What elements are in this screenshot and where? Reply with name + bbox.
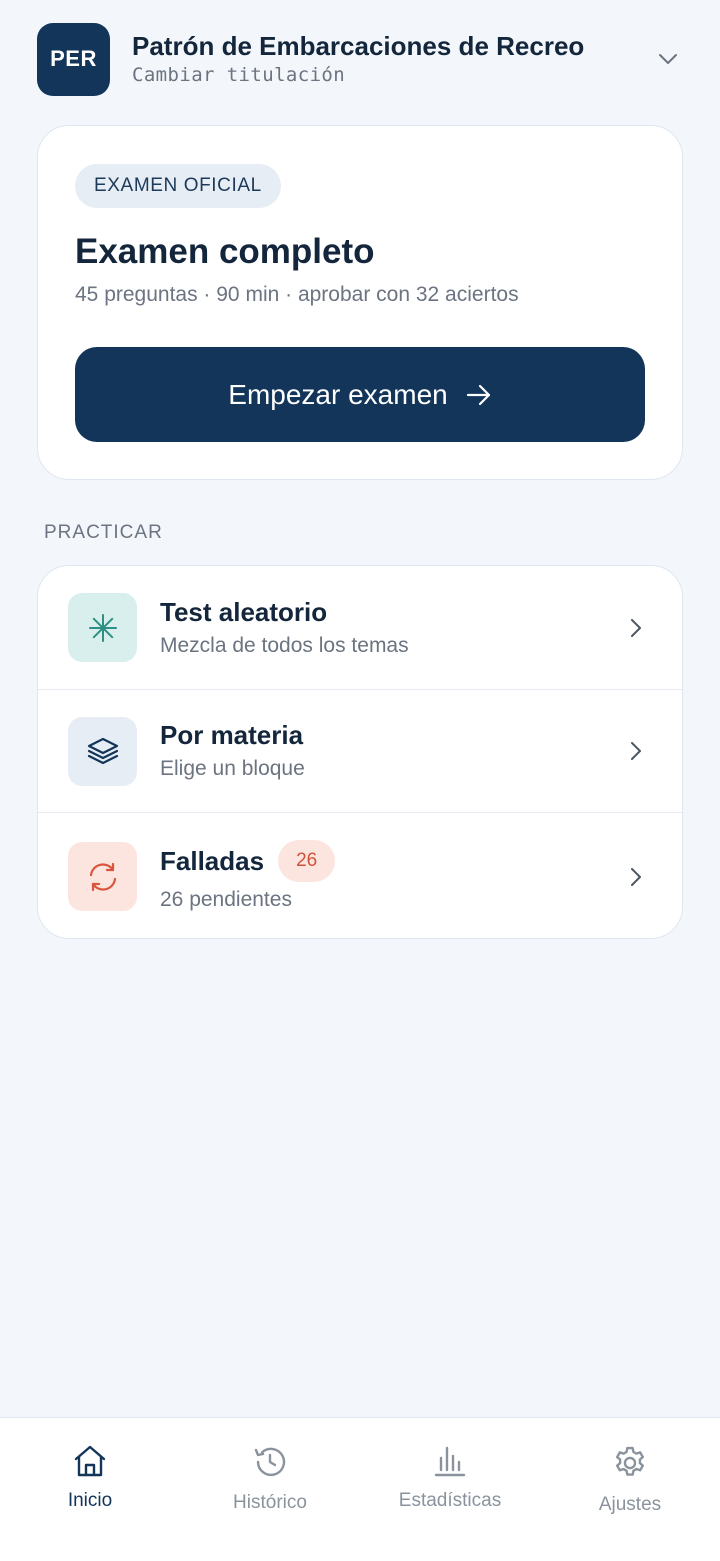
nav-label: Ajustes bbox=[598, 1494, 662, 1515]
practice-item-by-subject[interactable]: Por materia Elige un bloque bbox=[38, 689, 682, 812]
exam-title: Examen completo bbox=[75, 232, 375, 271]
bar-chart-icon bbox=[434, 1446, 466, 1477]
practice-item-subtitle: 26 pendientes bbox=[160, 887, 292, 911]
header-text: Patrón de Embarcaciones de Recreo Cambia… bbox=[132, 30, 653, 88]
exam-meta: 45 preguntas · 90 min · aprobar con 32 a… bbox=[75, 283, 519, 306]
start-exam-label: Empezar examen bbox=[228, 378, 448, 410]
practice-section-label: PRACTICAR bbox=[44, 522, 163, 543]
practice-item-title: Por materia bbox=[160, 720, 304, 750]
failed-count-badge: 26 bbox=[278, 839, 336, 882]
practice-item-title: Test aleatorio bbox=[160, 596, 328, 627]
start-exam-button[interactable]: Empezar examen bbox=[75, 347, 645, 442]
chevron-right-icon bbox=[626, 863, 646, 891]
nav-label: Histórico bbox=[233, 1492, 307, 1513]
change-titulacion-link[interactable]: Cambiar titulación bbox=[132, 62, 653, 88]
chevron-right-icon bbox=[626, 737, 646, 765]
practice-item-subtitle: Mezcla de todos los temas bbox=[160, 633, 409, 657]
practice-item-title: Falladas bbox=[160, 845, 265, 876]
practice-item-subtitle: Elige un bloque bbox=[160, 757, 305, 780]
practice-item-text: Por materia Elige un bloque bbox=[160, 719, 682, 783]
nav-item-historico[interactable]: Histórico bbox=[180, 1418, 360, 1561]
history-icon bbox=[254, 1447, 286, 1477]
refresh-icon bbox=[68, 842, 137, 911]
chevron-right-icon bbox=[626, 614, 646, 642]
titulacion-avatar: PER bbox=[37, 22, 110, 96]
nav-item-estadisticas[interactable]: Estadísticas bbox=[360, 1418, 540, 1561]
nav-label: Inicio bbox=[67, 1490, 113, 1511]
official-exam-badge: EXAMEN OFICIAL bbox=[75, 164, 281, 208]
chevron-down-icon[interactable] bbox=[653, 44, 683, 74]
app-root: PER Patrón de Embarcaciones de Recreo Ca… bbox=[0, 0, 720, 1561]
arrow-right-icon bbox=[466, 384, 490, 405]
nav-item-ajustes[interactable]: Ajustes bbox=[540, 1418, 720, 1561]
bottom-nav: Inicio Histórico Estadísticas Ajustes bbox=[0, 1417, 720, 1561]
gear-icon bbox=[615, 1446, 645, 1476]
home-icon bbox=[74, 1445, 106, 1477]
practice-item-text: Test aleatorio Mezcla de todos los temas bbox=[160, 596, 682, 660]
nav-item-inicio[interactable]: Inicio bbox=[0, 1418, 180, 1561]
asterisk-icon bbox=[68, 593, 137, 662]
practice-list: Test aleatorio Mezcla de todos los temas bbox=[37, 565, 683, 939]
practice-item-random-test[interactable]: Test aleatorio Mezcla de todos los temas bbox=[38, 566, 682, 689]
titulacion-title: Patrón de Embarcaciones de Recreo bbox=[132, 31, 585, 61]
practice-item-text: Falladas 26 26 pendientes bbox=[160, 839, 682, 914]
exam-card: EXAMEN OFICIAL Examen completo 45 pregun… bbox=[37, 125, 683, 480]
nav-label: Estadísticas bbox=[398, 1490, 502, 1511]
layers-icon bbox=[68, 716, 137, 786]
titulacion-selector[interactable]: PER Patrón de Embarcaciones de Recreo Ca… bbox=[37, 22, 683, 96]
practice-item-failed[interactable]: Falladas 26 26 pendientes bbox=[38, 812, 682, 938]
